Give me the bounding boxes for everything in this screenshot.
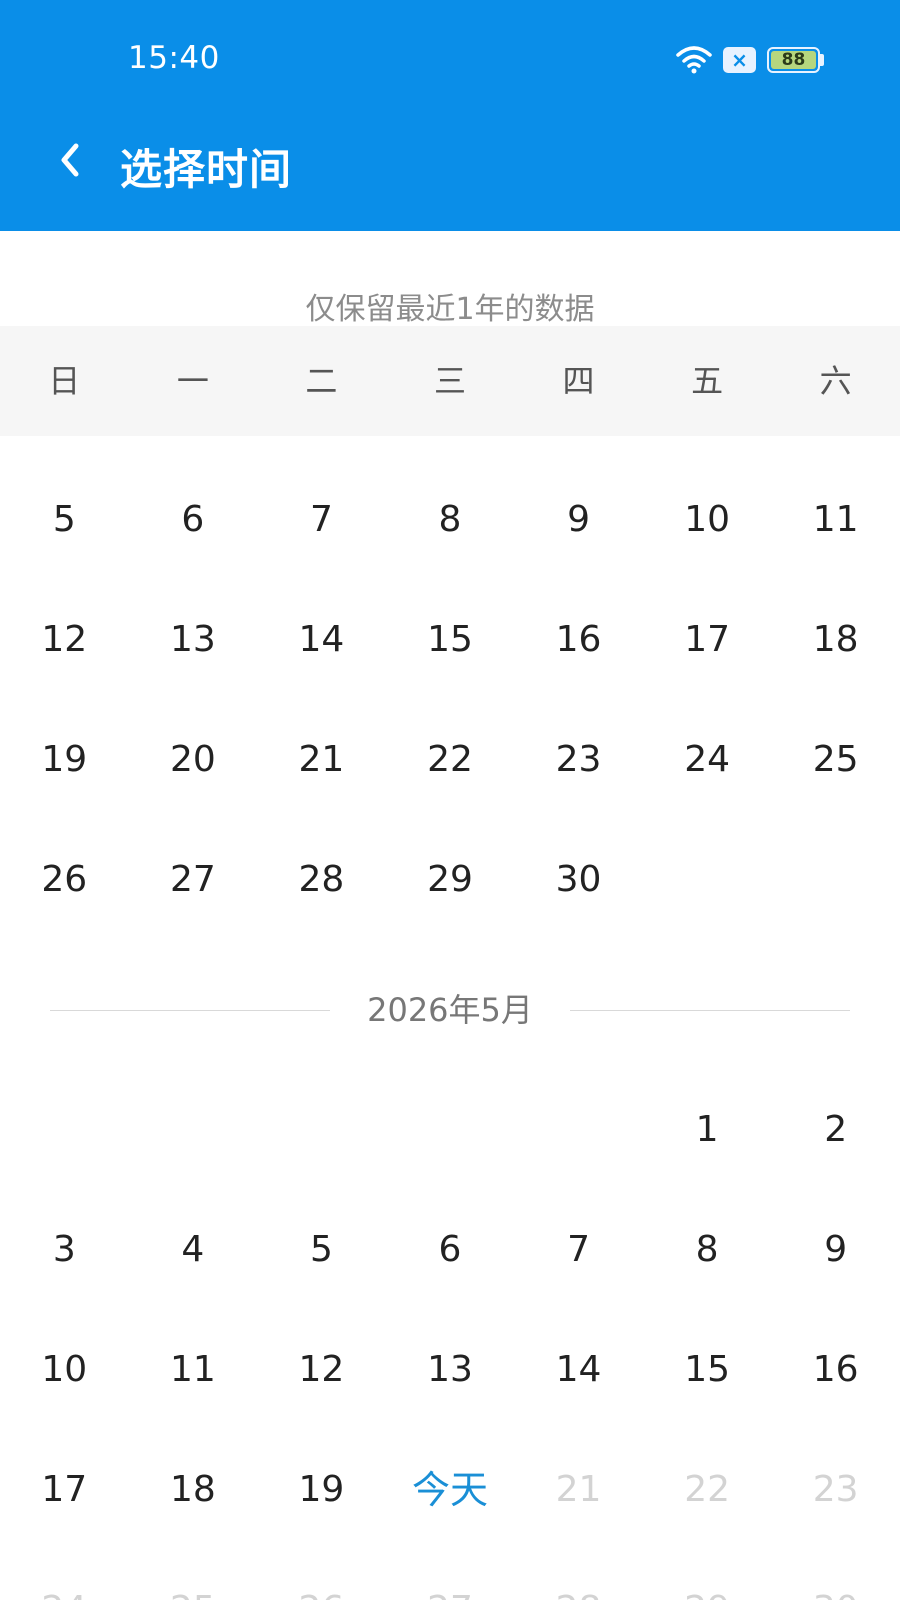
day-cell[interactable]: 4 [129,1190,258,1310]
weekday-sat: 六 [819,362,852,400]
day-cell-disabled: 27 [386,1550,515,1600]
wifi-icon [676,46,712,74]
day-cell[interactable]: 10 [0,1310,129,1430]
day-cell[interactable]: 30 [514,820,643,940]
day-cell[interactable]: 12 [0,580,129,700]
weekday-header: 日 一 二 三 四 五 六 [0,326,900,436]
month-divider: 2026年5月 [50,985,850,1035]
battery-icon: 88 [767,47,820,73]
day-cell[interactable]: 13 [386,1310,515,1430]
day-cell[interactable]: 13 [129,580,258,700]
day-cell[interactable]: 2 [771,1070,900,1190]
day-cell[interactable]: 9 [771,1190,900,1310]
day-cell[interactable]: 7 [257,460,386,580]
day-cell[interactable]: 21 [257,700,386,820]
weekday-wed: 三 [433,362,466,400]
day-cell[interactable]: 5 [257,1190,386,1310]
day-cell[interactable]: 20 [129,700,258,820]
day-cell[interactable]: 14 [514,1310,643,1430]
day-cell-disabled: 30 [771,1550,900,1600]
day-cell[interactable]: 5 [0,460,129,580]
day-cell-today[interactable]: 今天 [386,1430,515,1550]
day-cell-disabled: 24 [0,1550,129,1600]
retention-notice: 仅保留最近1年的数据 [305,292,595,327]
day-cell[interactable]: 17 [0,1430,129,1550]
sim-icon: × [723,47,756,73]
day-cell[interactable]: 9 [514,460,643,580]
day-cell-disabled: 21 [555,1469,602,1510]
week-row: 12 13 14 15 16 17 18 [0,580,900,700]
day-cell-empty [514,1070,643,1190]
day-cell-empty [386,1070,515,1190]
day-cell[interactable]: 29 [386,820,515,940]
day-cell[interactable]: 27 [129,820,258,940]
weekday-mon: 一 [176,362,209,400]
day-cell[interactable]: 19 [0,700,129,820]
day-cell[interactable]: 7 [514,1190,643,1310]
day-cell[interactable]: 16 [514,580,643,700]
weekday-fri: 五 [691,362,724,400]
day-cell[interactable]: 19 [257,1430,386,1550]
day-cell[interactable]: 26 [0,820,129,940]
week-row: 17 18 19 今天 21 22 23 [0,1430,900,1550]
day-cell-empty [771,820,900,940]
week-row: 19 20 21 22 23 24 25 [0,700,900,820]
day-cell[interactable]: 28 [257,820,386,940]
may-calendar-grid: 12345678910111213141516171819今天212223242… [0,1070,900,1600]
day-cell-empty [0,1070,129,1190]
day-cell[interactable]: 8 [386,460,515,580]
weekday-sun: 日 [48,362,81,400]
day-cell[interactable]: 22 [386,700,515,820]
day-cell[interactable]: 23 [514,700,643,820]
week-row: 12 [0,1070,900,1190]
day-cell[interactable]: 25 [771,700,900,820]
week-row: 5 6 7 8 9 10 11 [0,460,900,580]
day-cell[interactable]: 11 [129,1310,258,1430]
day-cell-disabled: 23 [812,1469,859,1510]
day-cell[interactable]: 14 [257,580,386,700]
day-cell-disabled: 25 [129,1550,258,1600]
day-cell-disabled: 26 [257,1550,386,1600]
app-header: 15:40 × 88 选择时间 [0,0,900,231]
week-row: 3456789 [0,1190,900,1310]
page-title: 选择时间 [120,145,293,194]
weekday-thu: 四 [562,362,595,400]
day-cell[interactable]: 6 [129,460,258,580]
day-cell[interactable]: 15 [386,580,515,700]
day-cell[interactable]: 8 [643,1190,772,1310]
day-cell[interactable]: 18 [771,580,900,700]
day-cell-empty [643,820,772,940]
day-cell-disabled: 28 [514,1550,643,1600]
week-row: 10 11 12 13 14 15 16 [0,1310,900,1430]
day-cell[interactable]: 17 [643,580,772,700]
day-cell[interactable]: 1 [643,1070,772,1190]
divider-line-right [570,1010,850,1011]
day-cell[interactable]: 3 [0,1190,129,1310]
day-cell[interactable]: 12 [257,1310,386,1430]
day-cell-disabled: 29 [643,1550,772,1600]
day-cell[interactable]: 15 [643,1310,772,1430]
status-time: 15:40 [128,40,220,76]
day-cell-empty [257,1070,386,1190]
week-row: 26 27 28 29 30 [0,820,900,940]
day-cell[interactable]: 16 [771,1310,900,1430]
april-calendar-grid: 5 6 7 8 9 10 11 12 13 14 15 16 17 18 19 20 21 22 23 24 25 26 2… [0,460,900,940]
day-cell-empty [129,1070,258,1190]
week-row: 24252627282930 [0,1550,900,1600]
day-cell[interactable]: 11 [771,460,900,580]
weekday-tue: 二 [305,362,338,400]
battery-nub [820,54,824,66]
day-cell-disabled: 22 [684,1469,730,1510]
day-cell[interactable]: 24 [643,700,772,820]
day-cell[interactable]: 6 [386,1190,515,1310]
day-cell[interactable]: 18 [129,1430,258,1550]
day-cell[interactable]: 10 [643,460,772,580]
battery-level: 88 [771,51,816,69]
back-button[interactable] [40,130,100,190]
